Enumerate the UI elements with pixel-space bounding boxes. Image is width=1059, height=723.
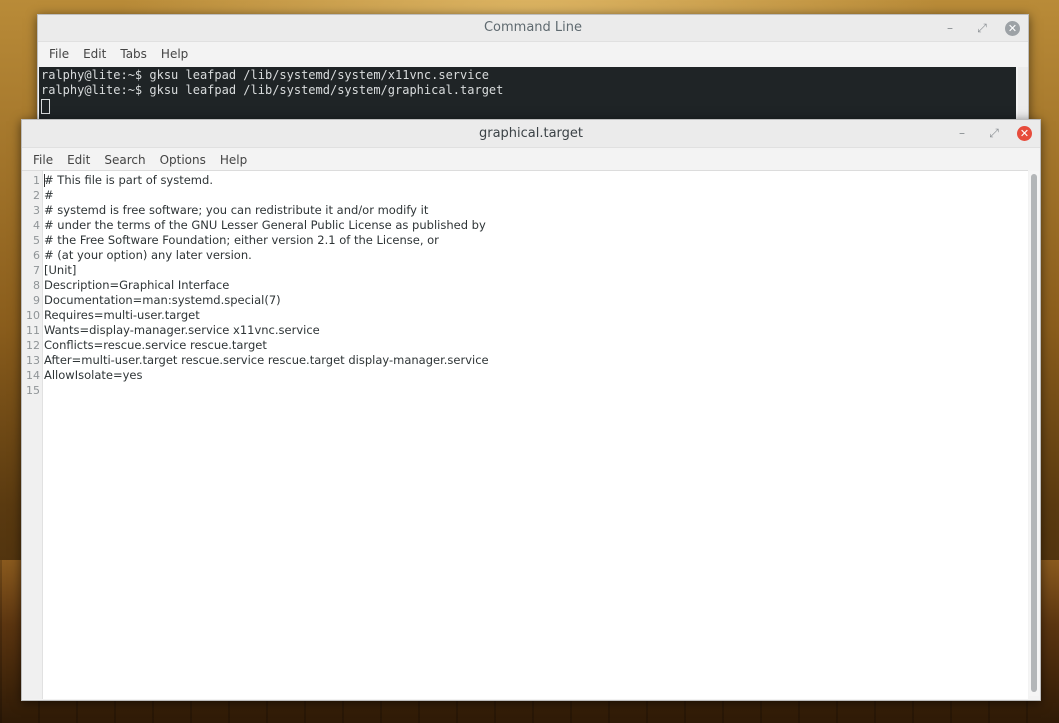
line-number: 6 [33,249,40,262]
terminal-line: ralphy@lite:~$ gksu leafpad /lib/systemd… [41,83,504,97]
editor-window[interactable]: graphical.target – ⤢ ✕ File Edit Search … [21,119,1041,701]
line-number: 3 [33,204,40,217]
line-text[interactable]: [Unit] [40,263,76,278]
line-number: 13 [26,354,40,367]
close-icon[interactable]: ✕ [1017,125,1032,141]
menu-edit[interactable]: Edit [76,47,113,61]
line-text[interactable]: # [40,188,54,203]
line-number: 5 [33,234,40,247]
editor-titlebar[interactable]: graphical.target – ⤢ ✕ [22,120,1040,148]
editor-line[interactable]: 8 Description=Graphical Interface [22,278,1022,293]
line-number: 7 [33,264,40,277]
line-number: 2 [33,189,40,202]
line-number: 9 [33,294,40,307]
menu-search[interactable]: Search [97,153,152,167]
line-number: 14 [26,369,40,382]
terminal-cursor [41,99,50,114]
menu-options[interactable]: Options [153,153,213,167]
editor-line[interactable]: 5 # the Free Software Foundation; either … [22,233,1022,248]
maximize-icon[interactable]: ⤢ [973,19,991,37]
line-number: 11 [26,324,40,337]
editor-lines[interactable]: 1 # This file is part of systemd. 2 # 3 # s… [22,173,1022,398]
line-number: 15 [26,384,40,397]
line-text[interactable]: Wants=display-manager.service x11vnc.ser… [40,323,320,338]
editor-menubar: File Edit Search Options Help [22,148,1040,172]
line-text[interactable]: Requires=multi-user.target [40,308,200,323]
line-text[interactable]: # under the terms of the GNU Lesser Gene… [40,218,486,233]
line-text[interactable]: Documentation=man:systemd.special(7) [40,293,281,308]
line-number: 4 [33,219,40,232]
editor-line[interactable]: 13 After=multi-user.target rescue.service… [22,353,1022,368]
terminal-scrollbar[interactable] [1018,67,1028,123]
terminal-title: Command Line [483,20,583,35]
terminal-window-controls: – ⤢ ✕ [941,19,1020,37]
editor-line[interactable]: 3 # systemd is free software; you can red… [22,203,1022,218]
editor-line[interactable]: 10 Requires=multi-user.target [22,308,1022,323]
terminal-window[interactable]: Command Line – ⤢ ✕ File Edit Tabs Help r… [37,14,1029,124]
editor-line[interactable]: 14 AllowIsolate=yes [22,368,1022,383]
minimize-icon[interactable]: – [941,19,959,37]
editor-line[interactable]: 7 [Unit] [22,263,1022,278]
line-text[interactable]: AllowIsolate=yes [40,368,142,383]
line-text[interactable]: # systemd is free software; you can redi… [40,203,428,218]
menu-help[interactable]: Help [213,153,254,167]
line-number: 10 [26,309,40,322]
editor-line[interactable]: 4 # under the terms of the GNU Lesser Gen… [22,218,1022,233]
line-text[interactable]: # This file is part of systemd. [40,173,213,188]
terminal-line: ralphy@lite:~$ gksu leafpad /lib/systemd… [41,68,489,82]
line-text-content: # This file is part of systemd. [44,173,213,187]
menu-file[interactable]: File [42,47,76,61]
terminal-prompt-line [41,98,1016,114]
terminal-titlebar[interactable]: Command Line – ⤢ ✕ [38,15,1028,42]
terminal-output[interactable]: ralphy@lite:~$ gksu leafpad /lib/systemd… [39,67,1016,123]
editor-line[interactable]: 6 # (at your option) any later version. [22,248,1022,263]
menu-edit[interactable]: Edit [60,153,97,167]
line-number: 8 [33,279,40,292]
menu-help[interactable]: Help [154,47,195,61]
line-text[interactable]: Description=Graphical Interface [40,278,229,293]
editor-title: graphical.target [478,126,584,141]
maximize-icon[interactable]: ⤢ [985,124,1003,142]
close-icon[interactable]: ✕ [1005,20,1020,36]
editor-vertical-scrollbar[interactable] [1029,171,1039,696]
text-editor-area[interactable]: 1 # This file is part of systemd. 2 # 3 # s… [22,170,1028,699]
line-text[interactable]: # (at your option) any later version. [40,248,252,263]
editor-line[interactable]: 9 Documentation=man:systemd.special(7) [22,293,1022,308]
editor-line[interactable]: 2 # [22,188,1022,203]
editor-line[interactable]: 11 Wants=display-manager.service x11vnc.s… [22,323,1022,338]
line-number: 1 [33,174,40,187]
line-text[interactable]: After=multi-user.target rescue.service r… [40,353,489,368]
minimize-icon[interactable]: – [953,124,971,142]
line-text[interactable] [40,383,44,398]
editor-line[interactable]: 1 # This file is part of systemd. [22,173,1022,188]
terminal-menubar: File Edit Tabs Help [38,42,1028,66]
editor-line[interactable]: 15 [22,383,1022,398]
editor-line[interactable]: 12 Conflicts=rescue.service rescue.target [22,338,1022,353]
line-number: 12 [26,339,40,352]
menu-tabs[interactable]: Tabs [113,47,154,61]
editor-window-controls: – ⤢ ✕ [953,124,1032,142]
menu-file[interactable]: File [26,153,60,167]
line-text[interactable]: # the Free Software Foundation; either v… [40,233,439,248]
scrollbar-thumb[interactable] [1031,174,1037,692]
line-text[interactable]: Conflicts=rescue.service rescue.target [40,338,267,353]
